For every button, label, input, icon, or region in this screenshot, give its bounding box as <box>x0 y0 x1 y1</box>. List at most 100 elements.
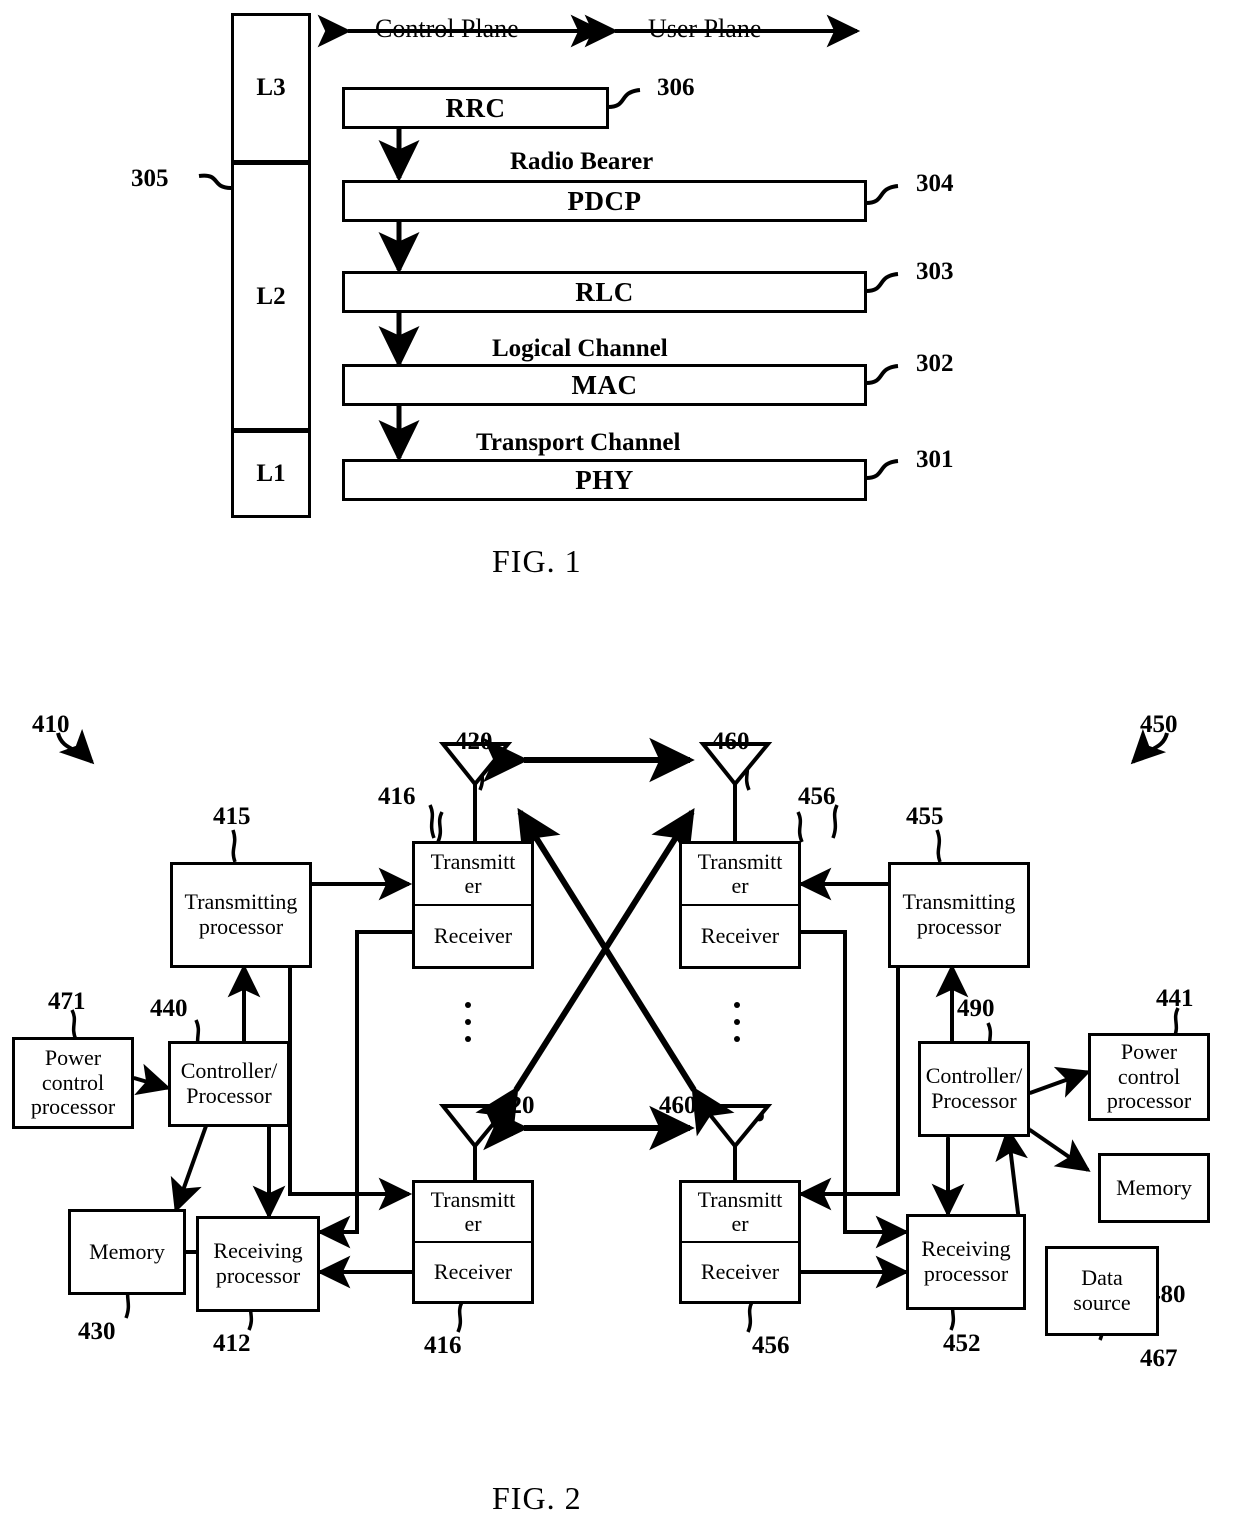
box-line-2: processor <box>215 1263 301 1288</box>
layer-cell-label: L2 <box>256 282 286 310</box>
box-line-1: Receiver <box>700 922 780 948</box>
box-line-1: Receiver <box>700 1258 780 1284</box>
transmitter-half: Transmitt er <box>682 1183 798 1243</box>
figure-2-caption: FIG. 2 <box>492 1480 582 1516</box>
box-line-1: Receiver <box>433 1258 513 1284</box>
ref-467: 467 <box>1140 1345 1178 1372</box>
layer-cell-l3: L3 <box>231 13 311 163</box>
control-plane-label: Control Plane <box>375 14 519 43</box>
right-data-source: Data source <box>1045 1246 1159 1336</box>
figure-1-caption: FIG. 1 <box>492 543 582 579</box>
receiver-half: Receiver <box>415 906 531 966</box>
ref-416-bottom: 416 <box>424 1332 462 1359</box>
layer-cell-l1: L1 <box>231 430 311 518</box>
box-line-1: Transmitting <box>902 889 1016 915</box>
receiver-half: Receiver <box>415 1243 531 1301</box>
ref-302: 302 <box>916 350 954 377</box>
ref-471: 471 <box>48 988 86 1015</box>
box-line-2: er <box>731 873 749 898</box>
box-line-1: Controller/ <box>925 1063 1023 1089</box>
ref-430: 430 <box>78 1318 116 1345</box>
ref-440: 440 <box>150 995 188 1022</box>
box-line-1: Memory <box>1116 1174 1192 1200</box>
ref-420-bottom: 420 <box>497 1092 535 1119</box>
right-transceiver-top: Transmitt er Receiver <box>679 841 801 969</box>
right-memory: Memory <box>1098 1153 1210 1223</box>
box-line-1: Transmitt <box>430 848 516 874</box>
right-power-control-processor: Power control processor <box>1088 1033 1210 1121</box>
transmitter-half: Transmitt er <box>415 844 531 906</box>
receiver-half: Receiver <box>682 906 798 966</box>
right-antenna-ellipsis <box>734 1002 740 1042</box>
left-antenna-ellipsis <box>465 1002 471 1042</box>
user-plane-label: User Plane <box>648 14 762 43</box>
box-line-1: Data <box>1081 1265 1123 1291</box>
ref-420-top: 420 <box>455 728 493 755</box>
box-line-1: Transmitt <box>697 1186 783 1212</box>
box-line-3: processor <box>1106 1088 1192 1114</box>
ref-456-bottom: 456 <box>752 1332 790 1359</box>
protocol-bar-rlc: RLC <box>342 271 867 313</box>
left-power-control-processor: Power control processor <box>12 1037 134 1129</box>
right-receiving-processor: Receiving processor <box>906 1214 1026 1310</box>
receiver-half: Receiver <box>682 1243 798 1301</box>
box-line-1: Receiving <box>213 1238 303 1264</box>
right-transceiver-bottom: Transmitt er Receiver <box>679 1180 801 1304</box>
box-line-3: processor <box>30 1094 116 1120</box>
protocol-bar-label: PHY <box>575 464 634 495</box>
box-line-2: control <box>41 1069 105 1095</box>
box-line-2: processor <box>916 914 1002 939</box>
protocol-bar-mac: MAC <box>342 364 867 406</box>
box-line-2: source <box>1073 1290 1131 1315</box>
patent-drawing-sheet: L3 L2 L1 305 Control Plane User Plane RR… <box>0 0 1240 1537</box>
protocol-bar-label: RLC <box>575 276 634 307</box>
box-line-1: Transmitt <box>697 848 783 874</box>
air-interface-arrows <box>475 737 735 1151</box>
ref-441: 441 <box>1156 985 1194 1012</box>
layer-cell-label: L3 <box>256 74 286 101</box>
box-line-2: processor <box>198 914 284 939</box>
ref-305: 305 <box>131 165 169 192</box>
box-line-1: Controller/ <box>180 1058 278 1084</box>
left-transmitting-processor: Transmitting processor <box>170 862 312 968</box>
left-controller-processor: Controller/ Processor <box>168 1041 290 1127</box>
left-transceiver-bottom: Transmitt er Receiver <box>412 1180 534 1304</box>
box-line-1: Power <box>1120 1039 1178 1065</box>
box-line-2: processor <box>923 1261 1009 1286</box>
box-line-1: Transmitt <box>430 1186 516 1212</box>
left-receiving-processor: Receiving processor <box>196 1216 320 1312</box>
box-line-1: Power <box>44 1045 102 1071</box>
protocol-bar-label: PDCP <box>567 185 642 216</box>
ref-452: 452 <box>943 1330 981 1357</box>
box-line-2: er <box>464 1211 482 1236</box>
box-line-2: Processor <box>186 1083 272 1108</box>
box-line-2: er <box>731 1211 749 1236</box>
box-line-2: Processor <box>931 1088 1017 1113</box>
ref-301: 301 <box>916 446 954 473</box>
ref-455: 455 <box>906 803 944 830</box>
transmitter-half: Transmitt er <box>415 1183 531 1243</box>
protocol-bar-phy: PHY <box>342 459 867 501</box>
ref-412: 412 <box>213 1330 251 1357</box>
box-line-1: Receiving <box>921 1236 1011 1262</box>
box-line-2: control <box>1117 1063 1181 1089</box>
right-transmitting-processor: Transmitting processor <box>888 862 1030 968</box>
box-line-2: er <box>464 873 482 898</box>
transmitter-half: Transmitt er <box>682 844 798 906</box>
ref-304: 304 <box>916 170 954 197</box>
ref-415: 415 <box>213 803 251 830</box>
ref-306: 306 <box>657 74 695 101</box>
layer-cell-label: L1 <box>256 460 286 487</box>
ref-416-top: 416 <box>378 783 416 810</box>
layer-cell-l2: L2 <box>231 162 311 431</box>
box-line-1: Memory <box>89 1238 165 1264</box>
protocol-bar-label: MAC <box>571 369 638 400</box>
protocol-bar-label: RRC <box>445 92 506 123</box>
ref-410: 410 <box>32 711 70 738</box>
right-controller-processor: Controller/ Processor <box>918 1041 1030 1137</box>
box-line-1: Transmitting <box>184 889 298 915</box>
left-transceiver-top: Transmitt er Receiver <box>412 841 534 969</box>
ref-460-top: 460 <box>712 728 750 755</box>
ref-456-top: 456 <box>798 783 836 810</box>
ref-303: 303 <box>916 258 954 285</box>
